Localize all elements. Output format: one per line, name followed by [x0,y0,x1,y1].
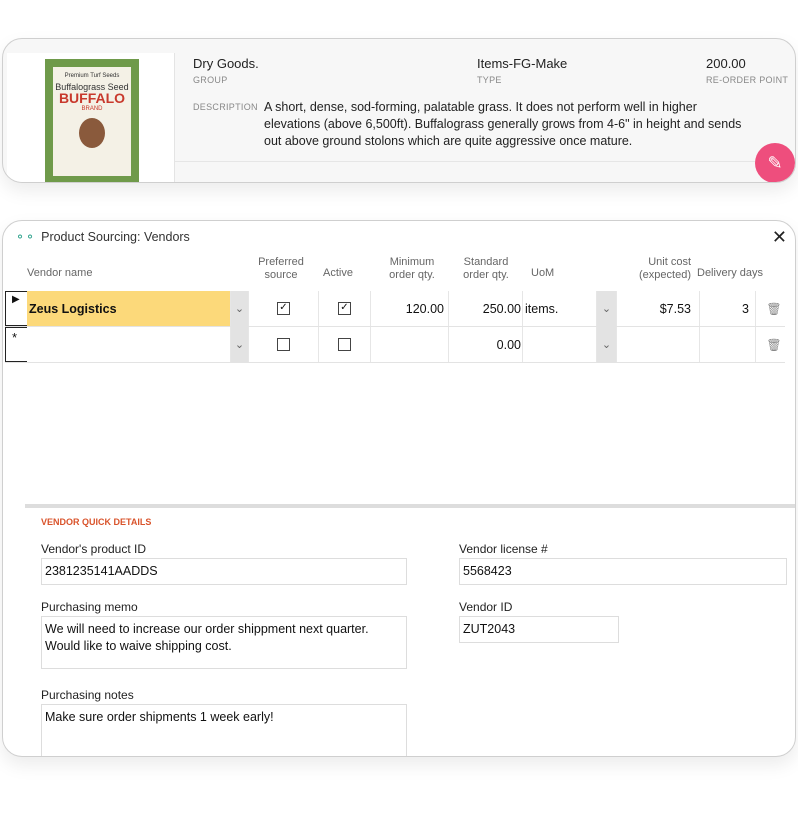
table-row[interactable]: ▶ Zeus Logistics ⌄ ✓ ✓ 120.00 250.00 ite… [5,291,785,327]
close-button[interactable]: ✕ [772,227,787,248]
preferred-checkbox[interactable] [277,338,290,351]
edit-button[interactable]: ✎ [755,143,795,182]
group-label: GROUP [193,75,228,85]
col-preferred[interactable]: Preferred source [251,256,311,282]
reorder-label: RE-ORDER POINT [706,75,789,85]
description-label: DESCRIPTION [193,102,258,112]
vendor-dropdown[interactable]: ⌄ [231,291,249,326]
row-selector[interactable]: ▶ [5,291,27,326]
type-value: Items-FG-Make [477,56,568,71]
notes-textarea[interactable]: Make sure order shipments 1 week early! [41,704,407,756]
type-label: TYPE [477,75,502,85]
min-qty-cell[interactable]: 120.00 [371,291,449,326]
uom-cell[interactable]: items. [523,291,597,326]
splitter[interactable] [25,504,795,508]
product-image: Premium Turf Seeds Buffalograss Seed BUF… [7,53,175,182]
col-std[interactable]: Standard order qty. [455,256,517,282]
std-qty-cell[interactable]: 250.00 [449,291,523,326]
col-days[interactable]: Delivery days [697,267,763,280]
unit-cost-cell[interactable] [617,327,700,362]
notes-label: Purchasing notes [41,688,134,702]
preferred-checkbox[interactable]: ✓ [277,302,290,315]
vendor-name-cell[interactable]: Zeus Logistics [27,291,231,326]
new-row-marker: * [5,327,27,362]
trash-icon[interactable]: 🗑 [763,327,785,362]
col-vendor[interactable]: Vendor name [27,267,92,280]
uom-dropdown[interactable]: ⌄ [597,327,617,362]
unit-cost-cell[interactable]: $7.53 [617,291,700,326]
col-active[interactable]: Active [323,267,353,280]
pencil-icon: ✎ [767,152,783,173]
min-qty-cell[interactable] [371,327,449,362]
dialog-title: Product Sourcing: Vendors [41,230,190,244]
product-card: Premium Turf Seeds Buffalograss Seed BUF… [2,38,796,183]
license-label: Vendor license # [459,542,548,556]
license-input[interactable]: 5568423 [459,558,787,585]
trash-icon[interactable]: 🗑 [763,291,785,326]
table-row[interactable]: * ⌄ 0.00 ⌄ 🗑 [5,327,785,363]
buffalo-icon [79,118,105,148]
std-qty-cell[interactable]: 0.00 [449,327,523,362]
active-checkbox[interactable] [338,338,351,351]
description-text: A short, dense, sod-forming, palatable g… [264,100,742,148]
vendor-dropdown[interactable]: ⌄ [231,327,249,362]
vendor-id-label: Vendor ID [459,600,513,614]
uom-cell[interactable] [523,327,597,362]
memo-label: Purchasing memo [41,600,138,614]
section-title: VENDOR QUICK DETAILS [41,517,152,527]
active-checkbox[interactable]: ✓ [338,302,351,315]
product-id-input[interactable]: 2381235141AADDS [41,558,407,585]
col-min[interactable]: Minimum order qty. [381,256,443,282]
product-id-label: Vendor's product ID [41,542,147,556]
memo-textarea[interactable]: We will need to increase our order shipp… [41,616,407,669]
group-value: Dry Goods. [193,56,259,71]
vendor-name-cell[interactable] [27,327,231,362]
vendor-id-input[interactable]: ZUT2043 [459,616,619,643]
delivery-days-cell[interactable] [700,327,756,362]
uom-dropdown[interactable]: ⌄ [597,291,617,326]
delivery-days-cell[interactable]: 3 [700,291,756,326]
vendors-dialog: ⚬⚬ Product Sourcing: Vendors ✕ Vendor nam… [2,220,796,757]
col-uom[interactable]: UoM [531,267,554,280]
col-cost[interactable]: Unit cost (expected) [623,256,691,282]
reorder-value: 200.00 [706,56,746,71]
sourcing-icon: ⚬⚬ [15,230,36,244]
